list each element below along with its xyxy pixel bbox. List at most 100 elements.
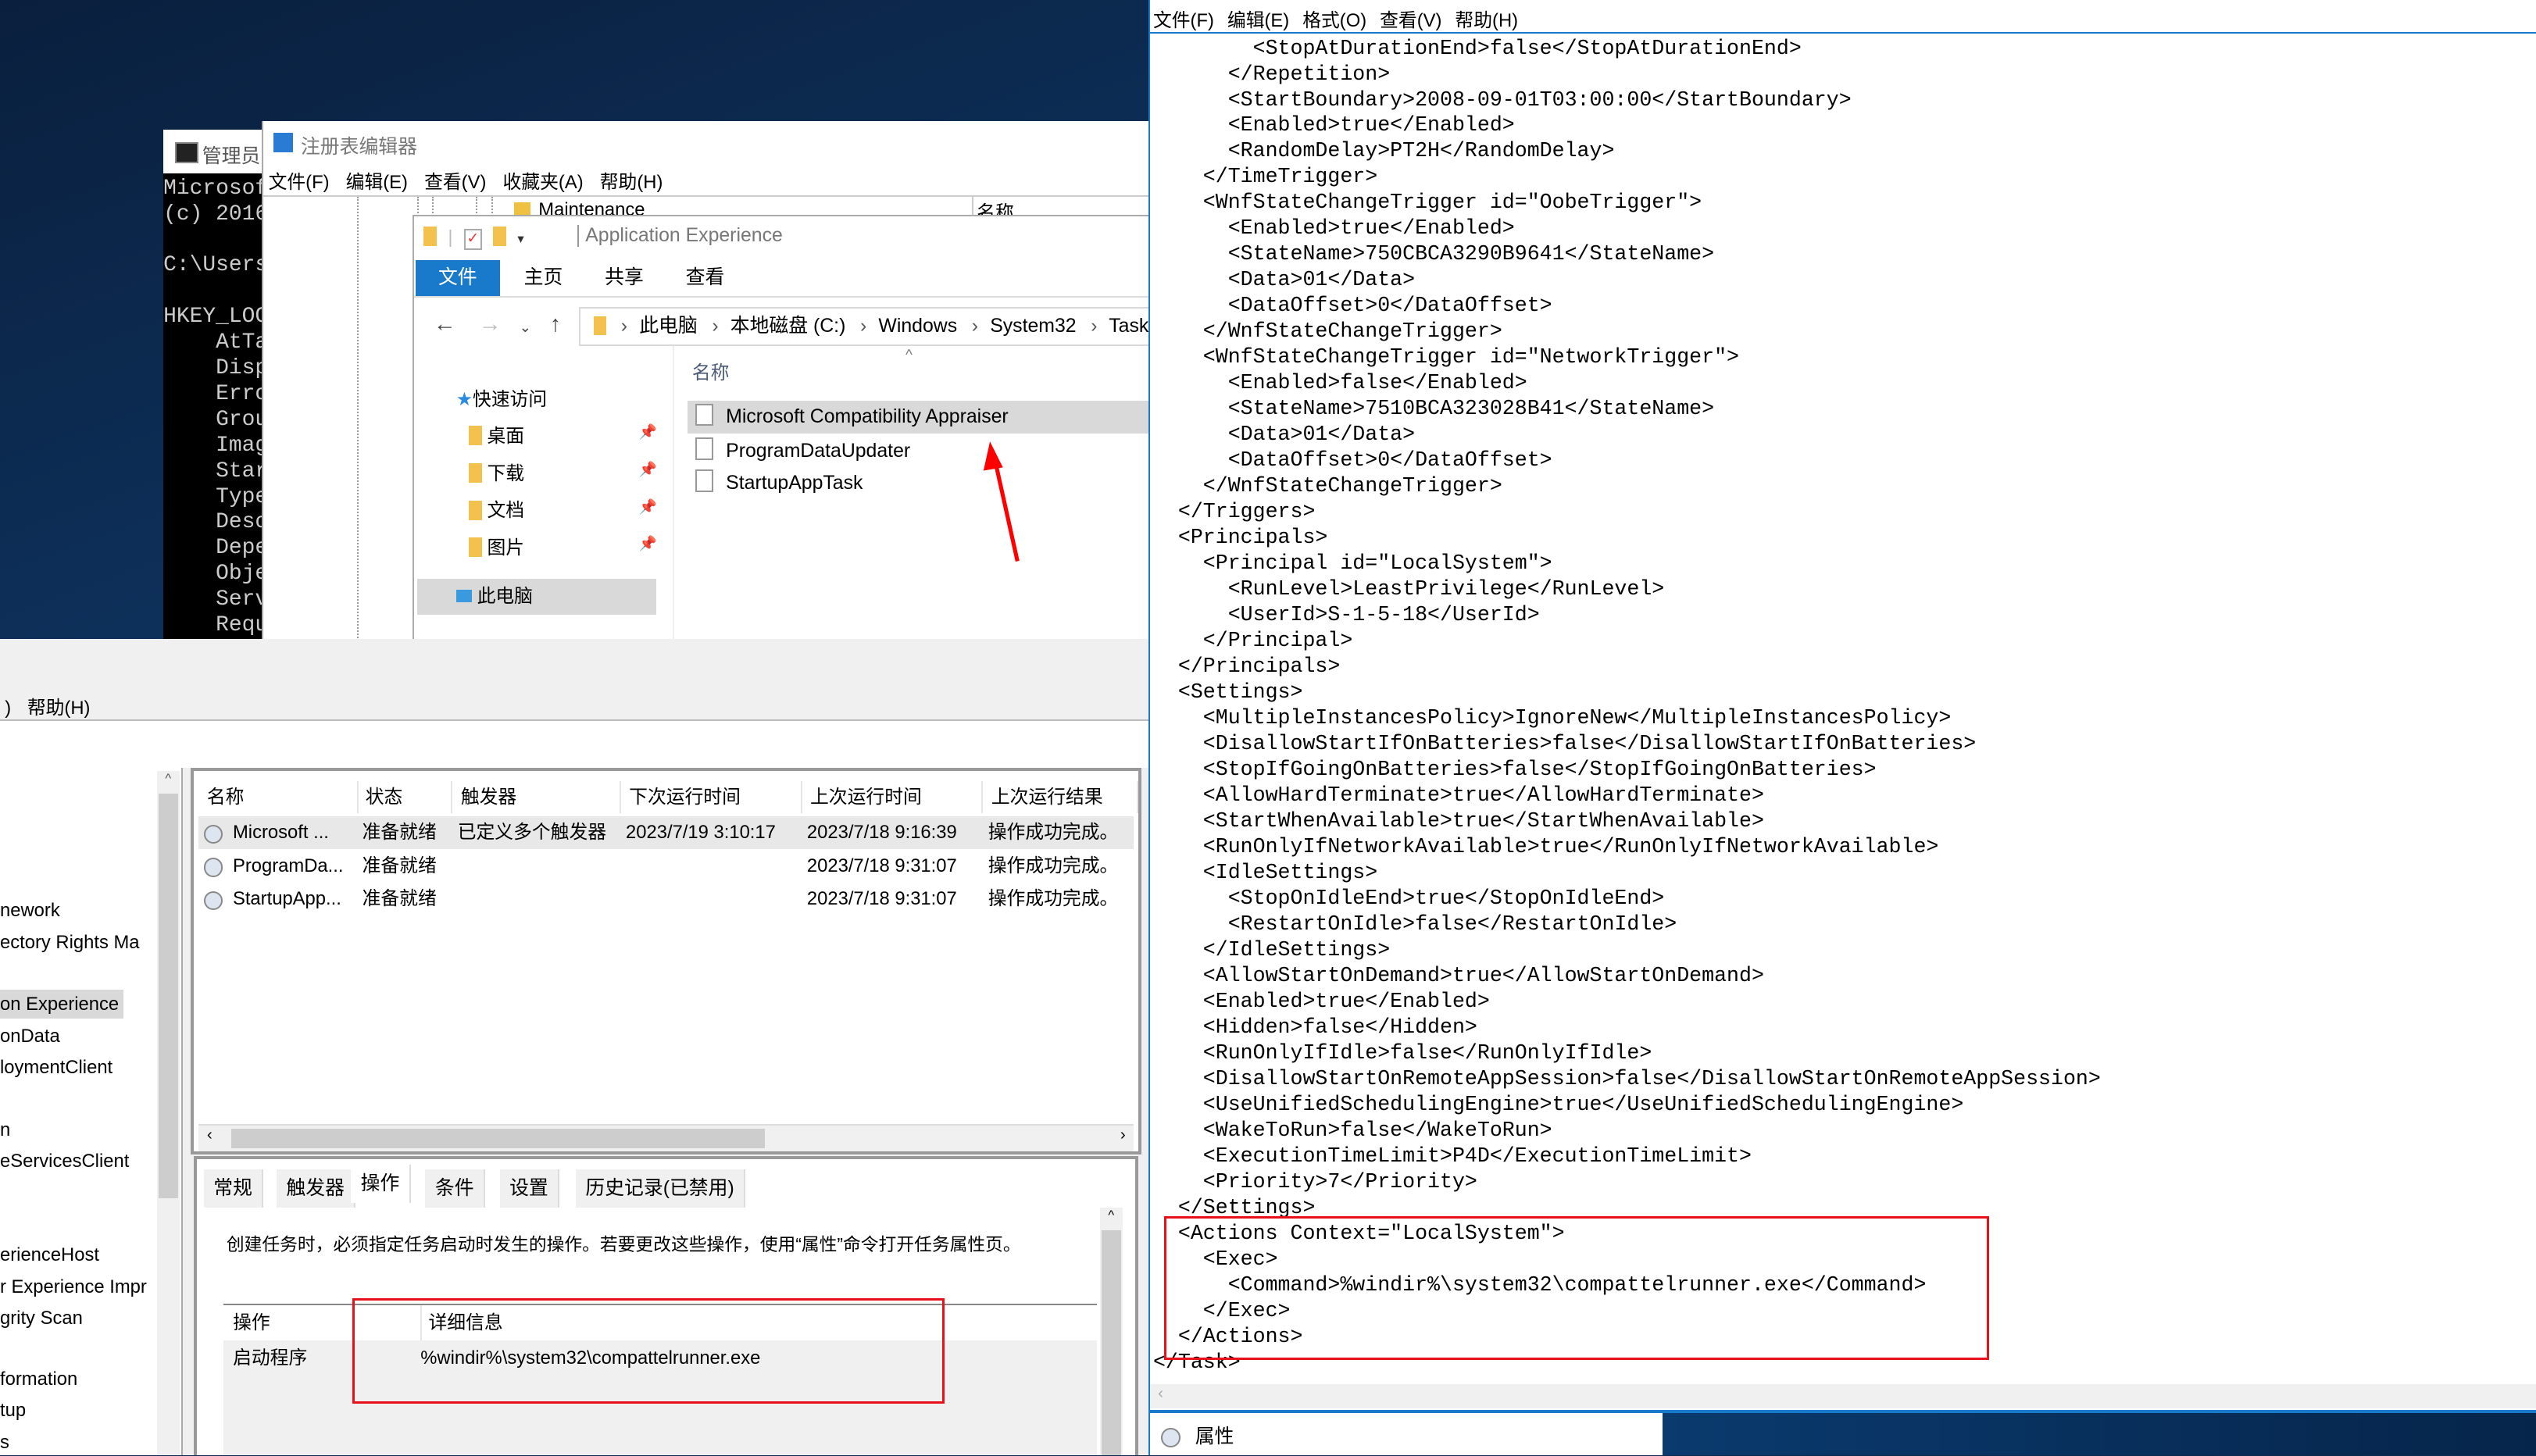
table-cell: 操作成功完成。 bbox=[988, 888, 1119, 910]
menu-file[interactable]: 文件(F) bbox=[269, 172, 330, 193]
menu-favorites[interactable]: 收藏夹(A) bbox=[503, 172, 584, 193]
customize-dropdown-icon[interactable]: ▾ bbox=[517, 231, 523, 246]
tree-item[interactable]: ectory Rights Ma bbox=[0, 928, 140, 957]
column-header-name[interactable]: 名称 bbox=[692, 357, 730, 384]
horizontal-scrollbar[interactable]: ‹ bbox=[1149, 1384, 2536, 1409]
tree-item[interactable]: n bbox=[0, 1115, 10, 1144]
table-row[interactable]: Microsoft ... 准备就绪 已定义多个触发器 2023/7/19 3:10:… bbox=[198, 816, 1134, 849]
col-action[interactable]: 操作 bbox=[233, 1305, 270, 1341]
col-next-run[interactable]: 下次运行时间 bbox=[621, 780, 802, 814]
xml-line: </Repetition> bbox=[1152, 62, 1391, 86]
nav-label: 桌面 bbox=[487, 426, 525, 448]
menu-edit[interactable]: 编辑(E) bbox=[1227, 10, 1289, 31]
tab-history[interactable]: 历史记录(已禁用) bbox=[575, 1169, 746, 1208]
nav-desktop[interactable]: 桌面 bbox=[469, 420, 524, 448]
table-row[interactable]: StartupApp... 准备就绪 2023/7/18 9:31:07 操作成功完成… bbox=[198, 883, 1134, 915]
forward-arrow-icon[interactable]: → bbox=[479, 312, 502, 337]
scrollbar-thumb[interactable] bbox=[230, 1128, 766, 1148]
xml-line: <Settings> bbox=[1152, 680, 1303, 705]
tab-triggers[interactable]: 触发器 bbox=[277, 1169, 356, 1208]
cmd-window[interactable]: 管理员 Microsof (c) 2016 C:\Users HKEY_LOC AtT… bbox=[163, 129, 277, 639]
file-explorer-window[interactable]: | ✓ ▾ Application Experience 文件 主页 共享 查看… bbox=[412, 215, 1150, 642]
cmd-title-bar[interactable]: 管理员 bbox=[163, 129, 277, 173]
menu-format[interactable]: 格式(O) bbox=[1302, 10, 1366, 31]
menu-view[interactable]: 查看(V) bbox=[424, 172, 486, 193]
pin-icon[interactable]: 📌 bbox=[639, 423, 657, 441]
menu-help[interactable]: 帮助(H) bbox=[1455, 10, 1518, 31]
cmd-line: Grou bbox=[163, 407, 269, 432]
breadcrumb-windows[interactable]: Windows bbox=[878, 316, 957, 337]
tree-item[interactable]: grity Scan bbox=[0, 1304, 83, 1333]
breadcrumb-tasks[interactable]: Tasks bbox=[1109, 316, 1148, 337]
nav-documents[interactable]: 文档 bbox=[469, 494, 524, 522]
details-scrollbar[interactable]: ^ bbox=[1099, 1208, 1123, 1456]
cmd-icon bbox=[174, 142, 199, 163]
nav-this-pc[interactable]: 此电脑 bbox=[417, 579, 657, 615]
pin-icon[interactable]: 📌 bbox=[639, 535, 657, 552]
clock-icon bbox=[203, 824, 223, 844]
properties-check-icon[interactable]: ✓ bbox=[463, 228, 482, 250]
horizontal-scrollbar[interactable]: ‹ › bbox=[198, 1123, 1134, 1151]
tab-file[interactable]: 文件 bbox=[415, 260, 500, 296]
back-arrow-icon[interactable]: ← bbox=[434, 312, 456, 337]
notepad-window[interactable]: 文件(F) 编辑(E) 格式(O) 查看(V) 帮助(H) <StopAtDur… bbox=[1148, 0, 2536, 1456]
tab-actions[interactable]: 操作 bbox=[351, 1164, 411, 1204]
red-arrow-annotation bbox=[983, 441, 1020, 562]
recent-dropdown-icon[interactable]: ⌄ bbox=[519, 319, 531, 336]
breadcrumb-system32[interactable]: System32 bbox=[990, 316, 1076, 337]
col-name[interactable]: 名称 bbox=[198, 780, 359, 814]
tree-item[interactable]: on Experience bbox=[0, 989, 124, 1019]
tree-item[interactable]: s bbox=[0, 1428, 9, 1455]
breadcrumb-this-pc[interactable]: 此电脑 bbox=[639, 316, 698, 337]
file-item[interactable]: ProgramDataUpdater bbox=[688, 435, 910, 467]
tab-settings[interactable]: 设置 bbox=[499, 1169, 560, 1208]
tab-conditions[interactable]: 条件 bbox=[425, 1169, 485, 1208]
menu-view[interactable]: 查看(V) bbox=[1380, 10, 1441, 31]
tab-share[interactable]: 共享 bbox=[592, 260, 657, 296]
tab-view[interactable]: 查看 bbox=[673, 260, 738, 296]
tab-home[interactable]: 主页 bbox=[511, 260, 576, 296]
pin-icon[interactable]: 📌 bbox=[639, 498, 657, 516]
breadcrumb-c-drive[interactable]: 本地磁盘 (C:) bbox=[730, 316, 846, 337]
table-cell: 2023/7/18 9:16:39 bbox=[806, 822, 957, 844]
file-item[interactable]: StartupAppTask bbox=[688, 467, 863, 499]
nav-downloads[interactable]: 下载 bbox=[469, 458, 524, 485]
folder-icon bbox=[593, 316, 607, 336]
pin-icon[interactable]: 📌 bbox=[639, 461, 657, 478]
menu-file[interactable]: 文件(F) bbox=[1153, 10, 1214, 31]
task-scheduler-window[interactable]: ) 帮助(H) nework ectory Rights Ma on Experien… bbox=[0, 638, 1148, 1456]
xml-line: <StopOnIdleEnd>true</StopOnIdleEnd> bbox=[1152, 887, 1665, 911]
menu-edit[interactable]: 编辑(E) bbox=[346, 172, 408, 193]
nav-quick-access[interactable]: ★快速访问 bbox=[456, 384, 548, 411]
col-triggers[interactable]: 触发器 bbox=[453, 780, 621, 814]
tree-scrollbar[interactable]: ^ bbox=[156, 771, 180, 1456]
nav-pictures[interactable]: 图片 bbox=[469, 532, 524, 559]
menu-help[interactable]: 帮助(H) bbox=[600, 172, 663, 193]
col-last-result[interactable]: 上次运行结果 bbox=[984, 780, 1139, 814]
tree-item[interactable]: erienceHost bbox=[0, 1240, 99, 1269]
col-status[interactable]: 状态 bbox=[357, 780, 453, 814]
address-path[interactable]: › 此电脑 › 本地磁盘 (C:) › Windows › System32 › Tas… bbox=[579, 307, 1150, 346]
column-header-name[interactable]: 名称 bbox=[972, 195, 1155, 223]
regedit-menu-bar: 文件(F) 编辑(E) 查看(V) 收藏夹(A) 帮助(H) bbox=[269, 166, 674, 194]
col-last-run[interactable]: 上次运行时间 bbox=[802, 780, 984, 814]
tree-item[interactable]: tup bbox=[0, 1396, 26, 1425]
menu-help[interactable]: 帮助(H) bbox=[27, 698, 91, 719]
task-library-tree[interactable]: nework ectory Rights Ma on Experience onDat… bbox=[0, 768, 183, 1456]
tree-item[interactable]: r Experience Impr bbox=[0, 1272, 147, 1301]
tree-item[interactable]: onData bbox=[0, 1022, 60, 1051]
table-row[interactable]: ProgramDa... 准备就绪 2023/7/18 9:31:07 操作成功完成。 bbox=[198, 850, 1134, 882]
tree-item[interactable]: formation bbox=[0, 1365, 77, 1394]
properties-item[interactable]: 属性 bbox=[1149, 1413, 1663, 1456]
cmd-line: Microsof bbox=[163, 176, 269, 201]
scrollbar-thumb[interactable] bbox=[158, 794, 178, 1198]
file-item-selected[interactable]: Microsoft Compatibility Appraiser bbox=[687, 401, 1150, 434]
tree-item[interactable]: loymentClient bbox=[0, 1053, 113, 1082]
tree-item[interactable]: nework bbox=[0, 896, 60, 925]
file-icon bbox=[695, 403, 713, 426]
new-folder-icon[interactable] bbox=[493, 227, 506, 246]
xml-text-area[interactable]: <StopAtDurationEnd>false</StopAtDuration… bbox=[1153, 36, 2101, 1376]
tab-general[interactable]: 常规 bbox=[203, 1169, 264, 1208]
tree-item[interactable]: eServicesClient bbox=[0, 1147, 129, 1176]
up-arrow-icon[interactable]: ↑ bbox=[550, 312, 561, 337]
